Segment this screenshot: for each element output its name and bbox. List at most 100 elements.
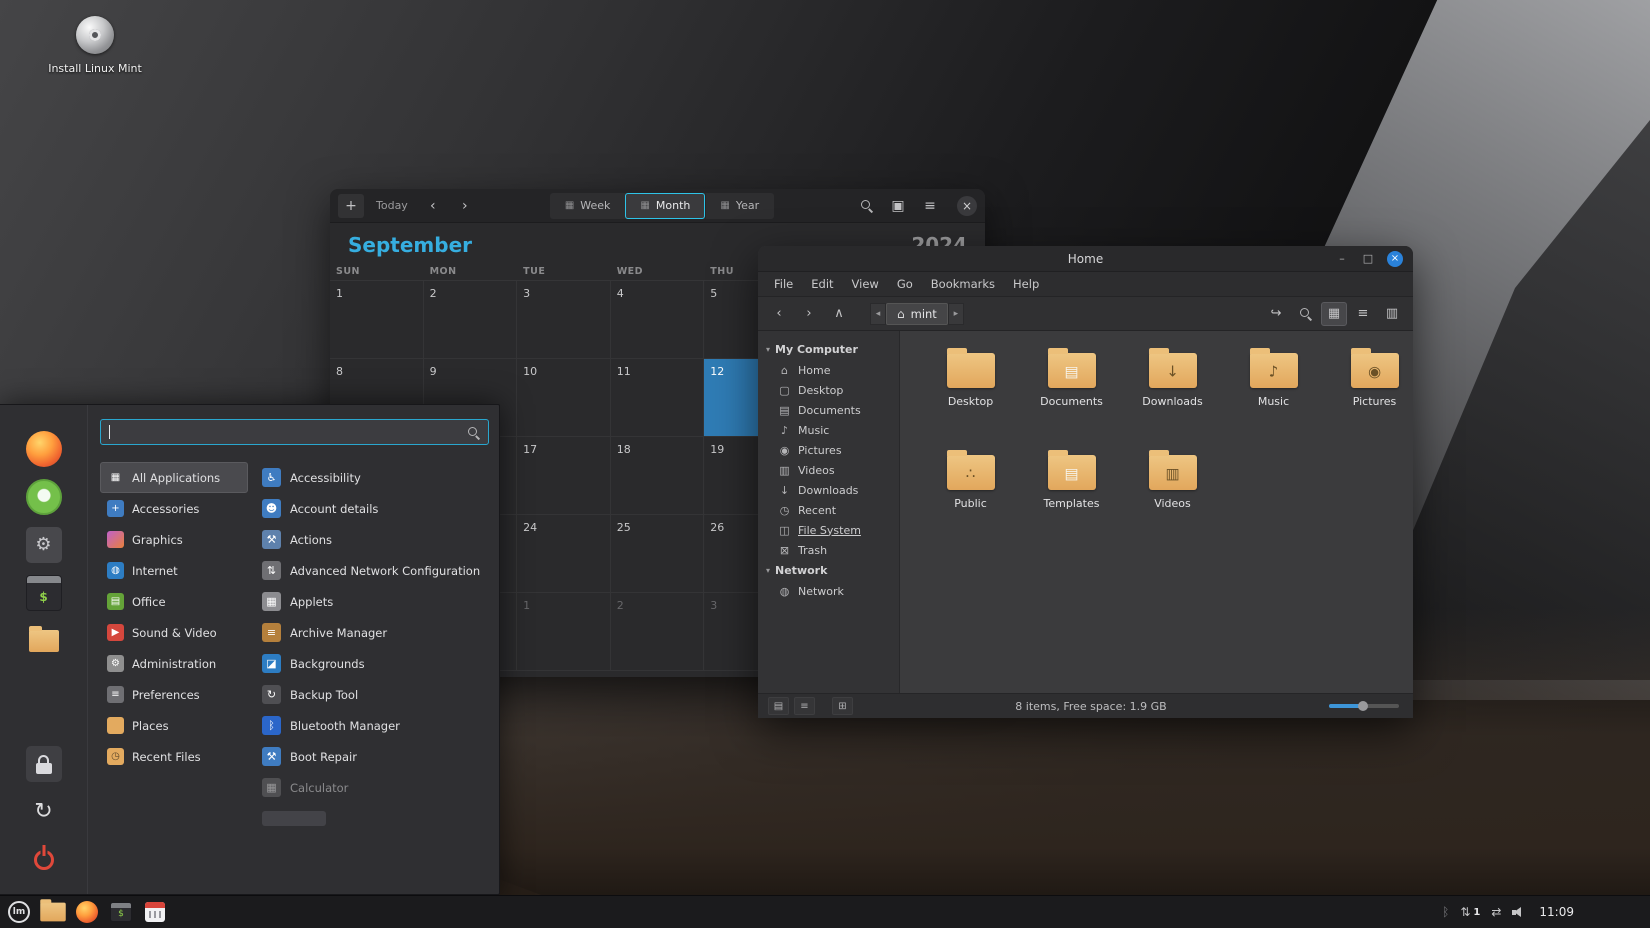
toggle-thumbnails-button[interactable]: ⊞ [832,697,853,715]
category-item[interactable]: ▦ All Applications [100,462,248,493]
menu-item[interactable]: File [766,274,801,294]
category-item[interactable]: ⚙ Administration [100,648,248,679]
folder-item[interactable]: Desktop [920,343,1021,445]
menu-button[interactable]: lm [4,897,34,927]
toggle-sidebar-places-button[interactable]: ▤ [768,697,789,715]
calendar-day-cell[interactable]: 18 [610,437,705,515]
category-item[interactable]: + Accessories [100,493,248,524]
category-item[interactable]: ◍ Internet [100,555,248,586]
sidebar-place-item[interactable]: ⌂ Home [758,360,899,380]
terminal-launcher[interactable]: $ [106,897,136,927]
menu-item[interactable]: Edit [803,274,841,294]
application-item[interactable]: ▦ Applets [256,586,489,617]
maximize-button[interactable]: □ [1361,252,1375,266]
sidebar-place-item[interactable]: ◉ Pictures [758,440,899,460]
volume-icon[interactable] [1512,906,1526,919]
bluetooth-icon[interactable]: ᛒ [1442,905,1449,919]
folder-item[interactable]: ∴ Public [920,445,1021,547]
calendars-button[interactable]: ▣ [885,194,911,218]
application-item[interactable]: ♿ Accessibility [256,462,489,493]
application-item[interactable]: ☻ Account details [256,493,489,524]
close-button[interactable]: × [1387,250,1403,267]
application-item[interactable]: ⇅ Advanced Network Configuration [256,555,489,586]
menu-item[interactable]: Bookmarks [923,274,1003,294]
calendar-day-cell[interactable]: 25 [610,515,705,593]
folder-item[interactable]: ▤ Templates [1021,445,1122,547]
application-item[interactable]: ⚒ Actions [256,524,489,555]
list-view-button[interactable]: ≡ [1350,302,1376,326]
sidebar-place-item[interactable]: ◷ Recent [758,500,899,520]
folder-item[interactable]: ▥ Videos [1122,445,1223,547]
previous-month-button[interactable]: ‹ [420,194,446,218]
minimize-button[interactable]: – [1335,252,1349,266]
calendar-day-cell[interactable]: 1 [330,281,424,359]
menu-item[interactable]: Go [889,274,921,294]
calendar-day-cell[interactable]: 11 [610,359,705,437]
folder-item[interactable]: ♪ Music [1223,343,1324,445]
application-item[interactable]: ↻ Backup Tool [256,679,489,710]
search-button[interactable] [1292,302,1318,326]
up-button[interactable]: ∧ [826,302,852,326]
folder-item[interactable]: ↓ Downloads [1122,343,1223,445]
network-section-header[interactable]: ▾ Network [758,560,899,581]
sidebar-place-item[interactable]: ⊠ Trash [758,540,899,560]
view-button[interactable]: ▦ Week [550,193,626,219]
sidebar-place-item[interactable]: ▥ Videos [758,460,899,480]
back-button[interactable]: ‹ [766,302,792,326]
application-item[interactable]: ᛒ Bluetooth Manager [256,710,489,741]
today-button[interactable]: Today [370,194,414,218]
application-item[interactable]: ◪ Backgrounds [256,648,489,679]
calendar-day-cell[interactable]: 1 [517,593,611,671]
calendar-launcher[interactable] [140,897,170,927]
hamburger-menu-button[interactable]: ≡ [917,194,943,218]
calendar-day-cell[interactable]: 24 [517,515,611,593]
logout-button[interactable]: ↻ [26,794,62,830]
category-item[interactable]: Places [100,710,248,741]
favorite-files-button[interactable] [26,623,62,659]
sidebar-place-item[interactable]: ↓ Downloads [758,480,899,500]
sidebar-place-item[interactable]: ♪ Music [758,420,899,440]
network-icon[interactable]: ⇄ [1491,905,1501,919]
folder-item[interactable]: ◉ Pictures [1324,343,1413,445]
compact-view-button[interactable]: ▥ [1379,302,1405,326]
lock-screen-button[interactable] [25,746,62,782]
breadcrumb-next-button[interactable]: ▸ [947,302,964,325]
files-launcher[interactable] [38,897,68,927]
close-button[interactable]: × [957,195,977,216]
next-month-button[interactable]: › [452,194,478,218]
menu-item[interactable]: View [844,274,887,294]
my-computer-section-header[interactable]: ▾ My Computer [758,339,899,360]
folder-item[interactable]: ▤ Documents [1021,343,1122,445]
category-item[interactable]: ◷ Recent Files [100,741,248,772]
search-button[interactable] [853,194,879,218]
zoom-slider-knob[interactable] [1358,701,1369,711]
firefox-launcher[interactable] [72,897,102,927]
toggle-location-entry-button[interactable]: ↪ [1263,302,1289,326]
category-item[interactable]: Graphics [100,524,248,555]
favorite-software-manager-button[interactable] [25,479,62,515]
install-linux-mint-shortcut[interactable]: Install Linux Mint [48,16,142,75]
favorite-terminal-button[interactable]: $ [25,575,62,611]
view-button[interactable]: ▦ Year [705,192,774,219]
category-item[interactable]: ≡ Preferences [100,679,248,710]
view-button[interactable]: ▦ Month [625,192,706,219]
calendar-day-cell[interactable]: 17 [517,437,611,515]
application-item[interactable]: ▦ Calculator [256,772,489,803]
category-item[interactable]: ▤ Office [100,586,248,617]
menu-search-input[interactable] [111,425,467,439]
menu-search-box[interactable] [100,419,489,445]
calendar-day-cell[interactable]: 4 [610,281,705,359]
network-traffic-indicator[interactable]: ⇅ 1 [1460,905,1480,919]
calendar-day-cell[interactable]: 2 [610,593,705,671]
application-item[interactable]: ⚒ Boot Repair [256,741,489,772]
menu-item[interactable]: Help [1005,274,1047,294]
breadcrumb-prev-button[interactable]: ◂ [870,302,886,325]
application-item[interactable] [256,803,489,834]
sidebar-place-item[interactable]: ▤ Documents [758,400,899,420]
calendar-day-cell[interactable]: 10 [517,359,611,437]
favorite-firefox-button[interactable] [25,431,62,467]
toggle-sidebar-tree-button[interactable]: ≡ [794,697,815,715]
category-item[interactable]: ▶ Sound & Video [100,617,248,648]
sidebar-place-item[interactable]: ◍ Network [758,581,899,601]
clock[interactable]: 11:09 [1539,905,1574,919]
